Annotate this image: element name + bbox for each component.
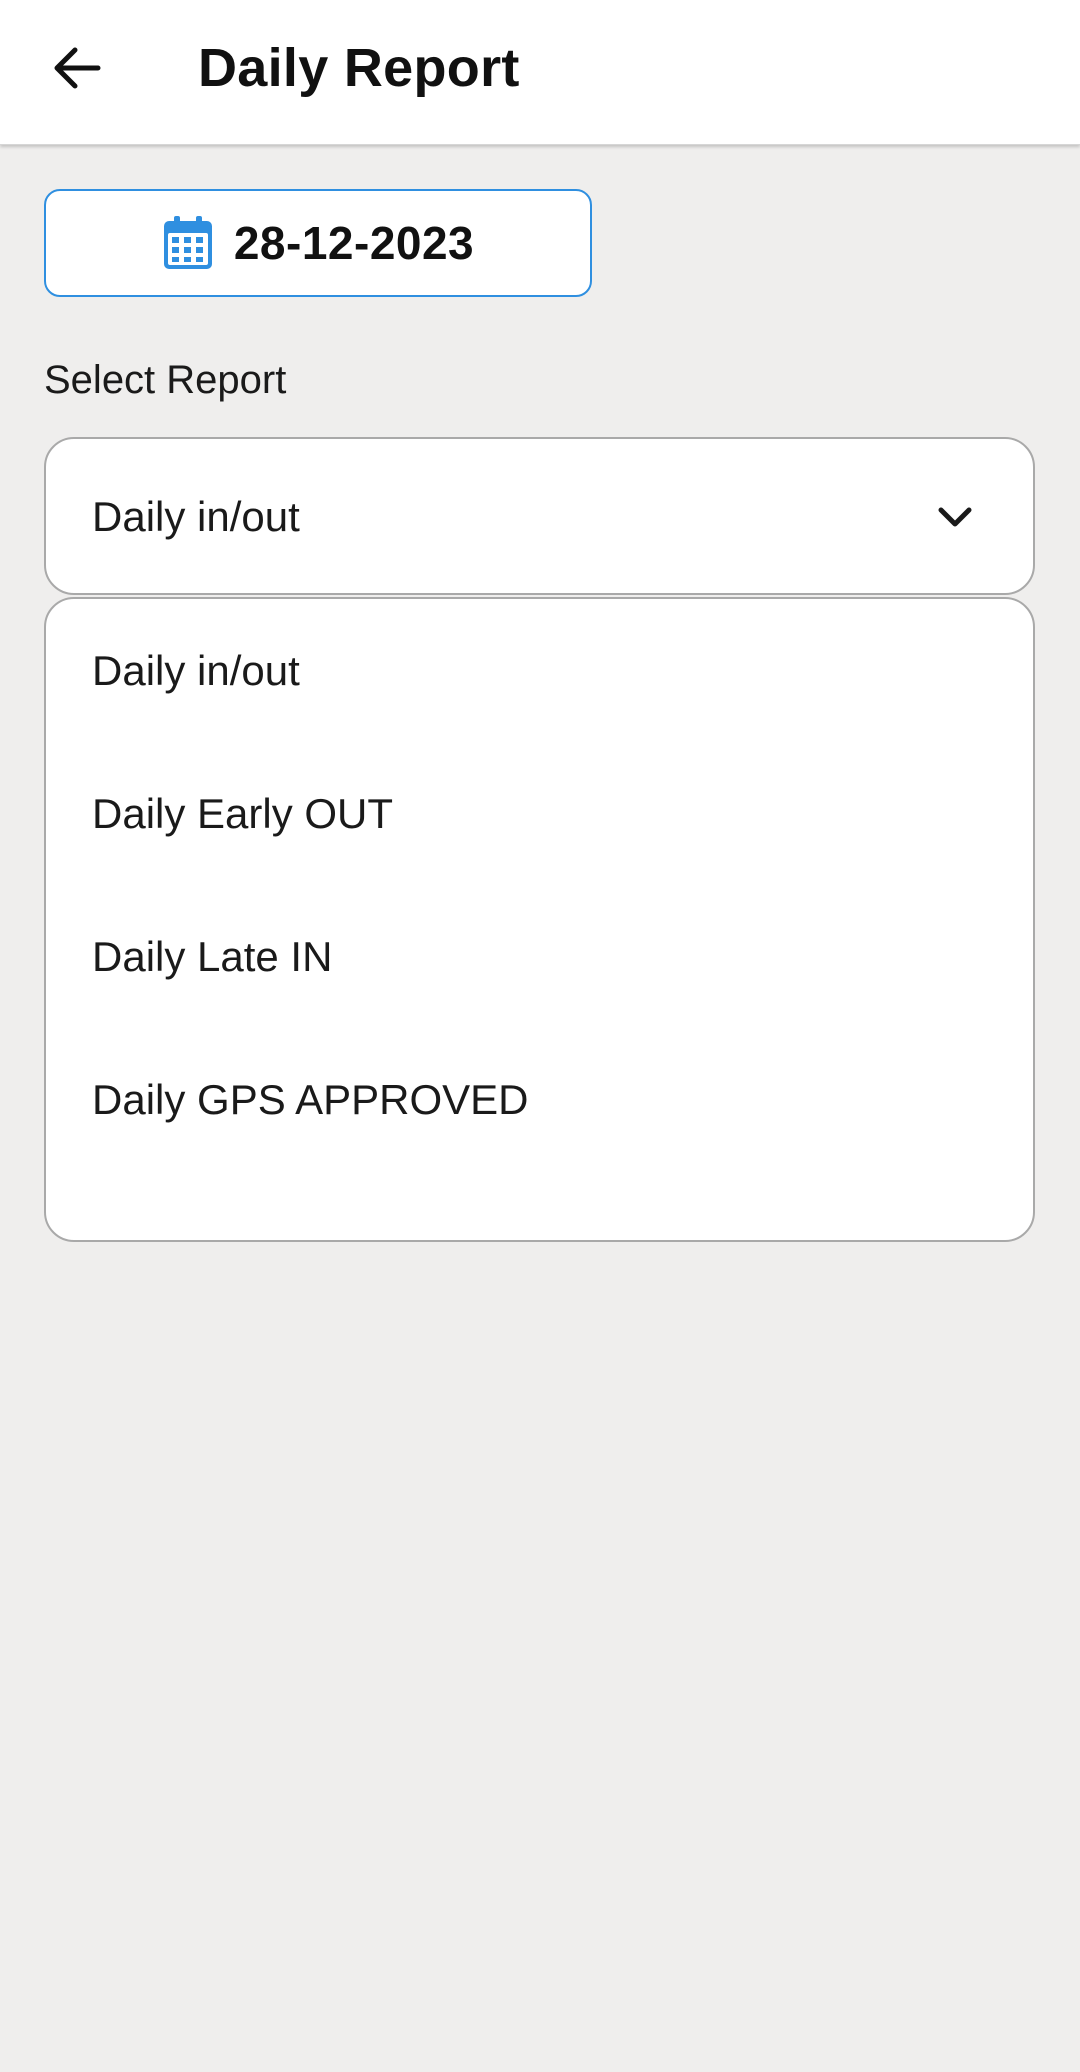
page-title: Daily Report — [198, 38, 520, 98]
menu-item-daily-gps-approved[interactable]: Daily GPS APPROVED — [46, 1028, 1033, 1171]
report-select[interactable]: Daily in/out — [44, 437, 1035, 595]
menu-item-daily-in-out[interactable]: Daily in/out — [46, 599, 1033, 742]
date-value: 28-12-2023 — [233, 217, 475, 269]
app-bar: Daily Report — [0, 0, 1080, 145]
menu-item-daily-early-out[interactable]: Daily Early OUT — [46, 742, 1033, 885]
calendar-icon — [162, 215, 214, 271]
menu-item-daily-late-in[interactable]: Daily Late IN — [46, 885, 1033, 1028]
selected-report-value: Daily in/out — [92, 493, 300, 540]
select-report-label: Select Report — [44, 358, 287, 402]
date-picker-button[interactable]: 28-12-2023 — [44, 189, 592, 297]
back-button[interactable] — [36, 28, 116, 108]
report-dropdown-menu: Daily in/out Daily Early OUT Daily Late … — [44, 597, 1035, 1242]
chevron-down-icon — [933, 495, 977, 539]
arrow-left-icon — [54, 47, 101, 89]
